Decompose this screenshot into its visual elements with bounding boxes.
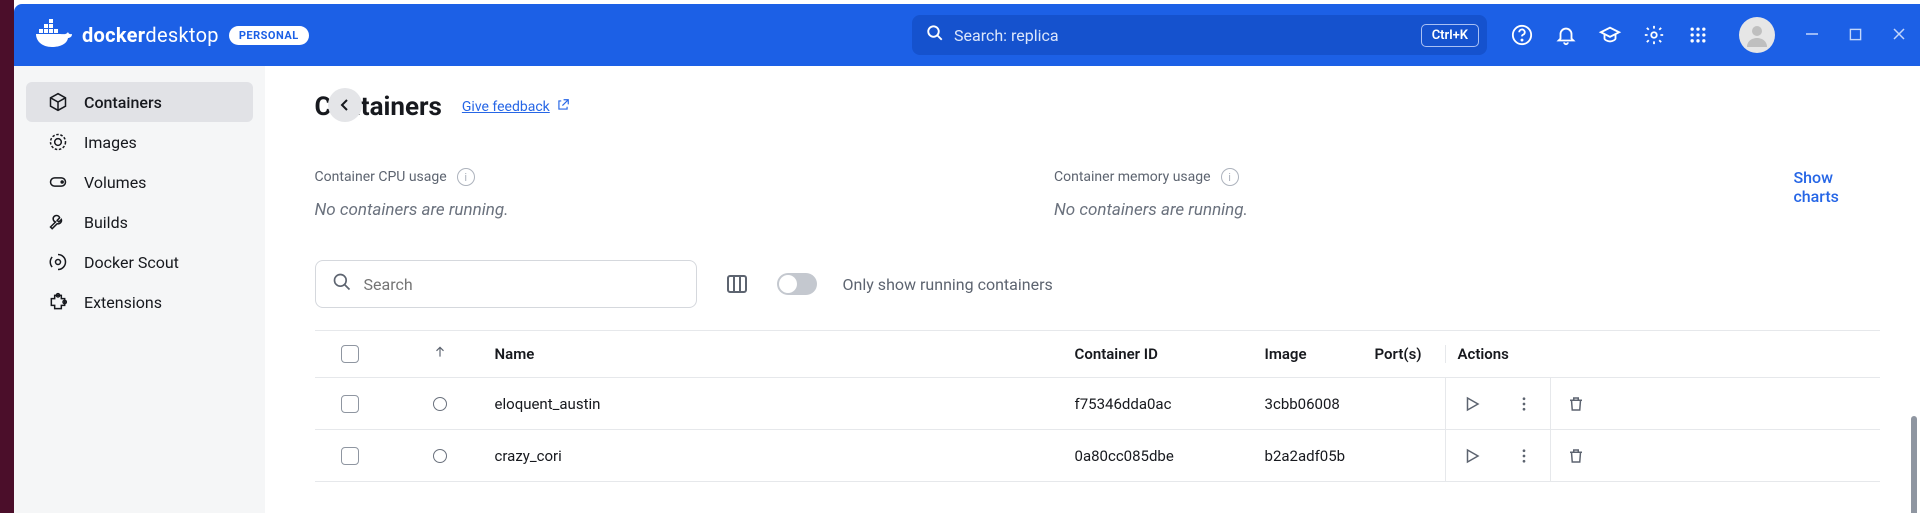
- sidebar-item-extensions[interactable]: Extensions: [26, 282, 253, 322]
- host-window-edge: [0, 0, 14, 513]
- status-indicator: [433, 449, 447, 463]
- col-image[interactable]: Image: [1265, 345, 1375, 363]
- close-button[interactable]: [1892, 26, 1906, 45]
- row-checkbox[interactable]: [341, 395, 359, 413]
- container-name[interactable]: crazy_cori: [495, 447, 1075, 465]
- memory-usage-label: Container memory usage: [1054, 169, 1211, 185]
- sidebar-item-containers[interactable]: Containers: [26, 82, 253, 122]
- container-name[interactable]: eloquent_austin: [495, 395, 1075, 413]
- table-row[interactable]: crazy_cori 0a80cc085dbe b2a2adf05b: [315, 430, 1880, 482]
- sort-arrow-icon[interactable]: [433, 345, 447, 363]
- search-icon: [332, 272, 352, 296]
- kebab-menu-icon[interactable]: [1498, 430, 1550, 482]
- container-search[interactable]: [315, 260, 697, 308]
- delete-button[interactable]: [1550, 378, 1602, 430]
- help-icon[interactable]: [1509, 22, 1535, 48]
- show-charts-link[interactable]: Show charts: [1793, 168, 1880, 206]
- container-image[interactable]: b2a2adf05b: [1265, 447, 1375, 465]
- sidebar-item-builds[interactable]: Builds: [26, 202, 253, 242]
- drive-icon: [48, 172, 68, 192]
- container-id: f75346dda0ac: [1075, 395, 1265, 413]
- memory-usage-empty: No containers are running.: [1054, 200, 1793, 220]
- start-button[interactable]: [1446, 430, 1498, 482]
- info-icon[interactable]: i: [457, 168, 475, 186]
- global-search-text: Search: replica: [954, 26, 1059, 45]
- titlebar: dockerdesktop PERSONAL Search: replica C…: [14, 4, 1920, 66]
- cpu-usage-label: Container CPU usage: [315, 169, 447, 185]
- search-icon: [926, 24, 944, 46]
- settings-gear-icon[interactable]: [1641, 22, 1667, 48]
- bell-icon[interactable]: [1553, 22, 1579, 48]
- sidebar-item-label: Volumes: [84, 173, 146, 192]
- cpu-usage-block: Container CPU usage i No containers are …: [315, 168, 1054, 220]
- sidebar-item-label: Docker Scout: [84, 253, 179, 272]
- global-search[interactable]: Search: replica Ctrl+K: [912, 15, 1487, 55]
- col-ports[interactable]: Port(s): [1375, 345, 1445, 363]
- select-all-checkbox[interactable]: [341, 345, 359, 363]
- radar-icon: [48, 252, 68, 272]
- sidebar-item-label: Containers: [84, 93, 162, 112]
- delete-button[interactable]: [1550, 430, 1602, 482]
- sidebar-item-label: Extensions: [84, 293, 162, 312]
- columns-icon[interactable]: [723, 270, 751, 298]
- sidebar-item-images[interactable]: Images: [26, 122, 253, 162]
- container-search-input[interactable]: [364, 275, 680, 294]
- avatar[interactable]: [1739, 17, 1775, 53]
- feedback-label: Give feedback: [462, 99, 550, 115]
- app-window: dockerdesktop PERSONAL Search: replica C…: [14, 4, 1920, 513]
- learning-icon[interactable]: [1597, 22, 1623, 48]
- info-icon[interactable]: i: [1221, 168, 1239, 186]
- window-controls: [1805, 26, 1906, 45]
- containers-table: Name Container ID Image Port(s) Actions …: [315, 330, 1880, 482]
- container-image[interactable]: 3cbb06008: [1265, 395, 1375, 413]
- col-actions: Actions: [1445, 345, 1880, 363]
- collapse-sidebar-button[interactable]: [328, 88, 362, 122]
- sidebar-item-label: Builds: [84, 213, 128, 232]
- puzzle-icon: [48, 292, 68, 312]
- apps-grid-icon[interactable]: [1685, 22, 1711, 48]
- sidebar-item-volumes[interactable]: Volumes: [26, 162, 253, 202]
- sidebar-item-scout[interactable]: Docker Scout: [26, 242, 253, 282]
- main-content: Containers Give feedback Container CPU u…: [265, 66, 1920, 513]
- docker-logo-icon: [36, 19, 72, 51]
- brand-text: dockerdesktop: [82, 23, 219, 47]
- only-running-label: Only show running containers: [843, 275, 1053, 294]
- header-actions: [1509, 17, 1775, 53]
- cpu-usage-empty: No containers are running.: [315, 200, 1054, 220]
- wrench-icon: [48, 212, 68, 232]
- only-running-toggle[interactable]: [777, 273, 817, 295]
- start-button[interactable]: [1446, 378, 1498, 430]
- kebab-menu-icon[interactable]: [1498, 378, 1550, 430]
- col-container-id[interactable]: Container ID: [1075, 345, 1265, 363]
- table-header: Name Container ID Image Port(s) Actions: [315, 330, 1880, 378]
- scrollbar[interactable]: [1911, 416, 1917, 513]
- give-feedback-link[interactable]: Give feedback: [462, 98, 570, 116]
- sidebar-item-label: Images: [84, 133, 137, 152]
- search-shortcut: Ctrl+K: [1421, 24, 1479, 47]
- col-name[interactable]: Name: [495, 345, 1075, 363]
- status-indicator: [433, 397, 447, 411]
- brand-area: dockerdesktop PERSONAL: [36, 19, 309, 51]
- container-id: 0a80cc085dbe: [1075, 447, 1265, 465]
- memory-usage-block: Container memory usage i No containers a…: [1054, 168, 1793, 220]
- minimize-button[interactable]: [1805, 26, 1819, 45]
- sidebar: Containers Images Volumes Builds Docker …: [14, 66, 265, 513]
- plan-badge: PERSONAL: [229, 26, 309, 45]
- table-row[interactable]: eloquent_austin f75346dda0ac 3cbb06008: [315, 378, 1880, 430]
- cube-icon: [48, 92, 68, 112]
- maximize-button[interactable]: [1849, 26, 1862, 45]
- row-checkbox[interactable]: [341, 447, 359, 465]
- layers-icon: [48, 132, 68, 152]
- external-link-icon: [556, 98, 570, 116]
